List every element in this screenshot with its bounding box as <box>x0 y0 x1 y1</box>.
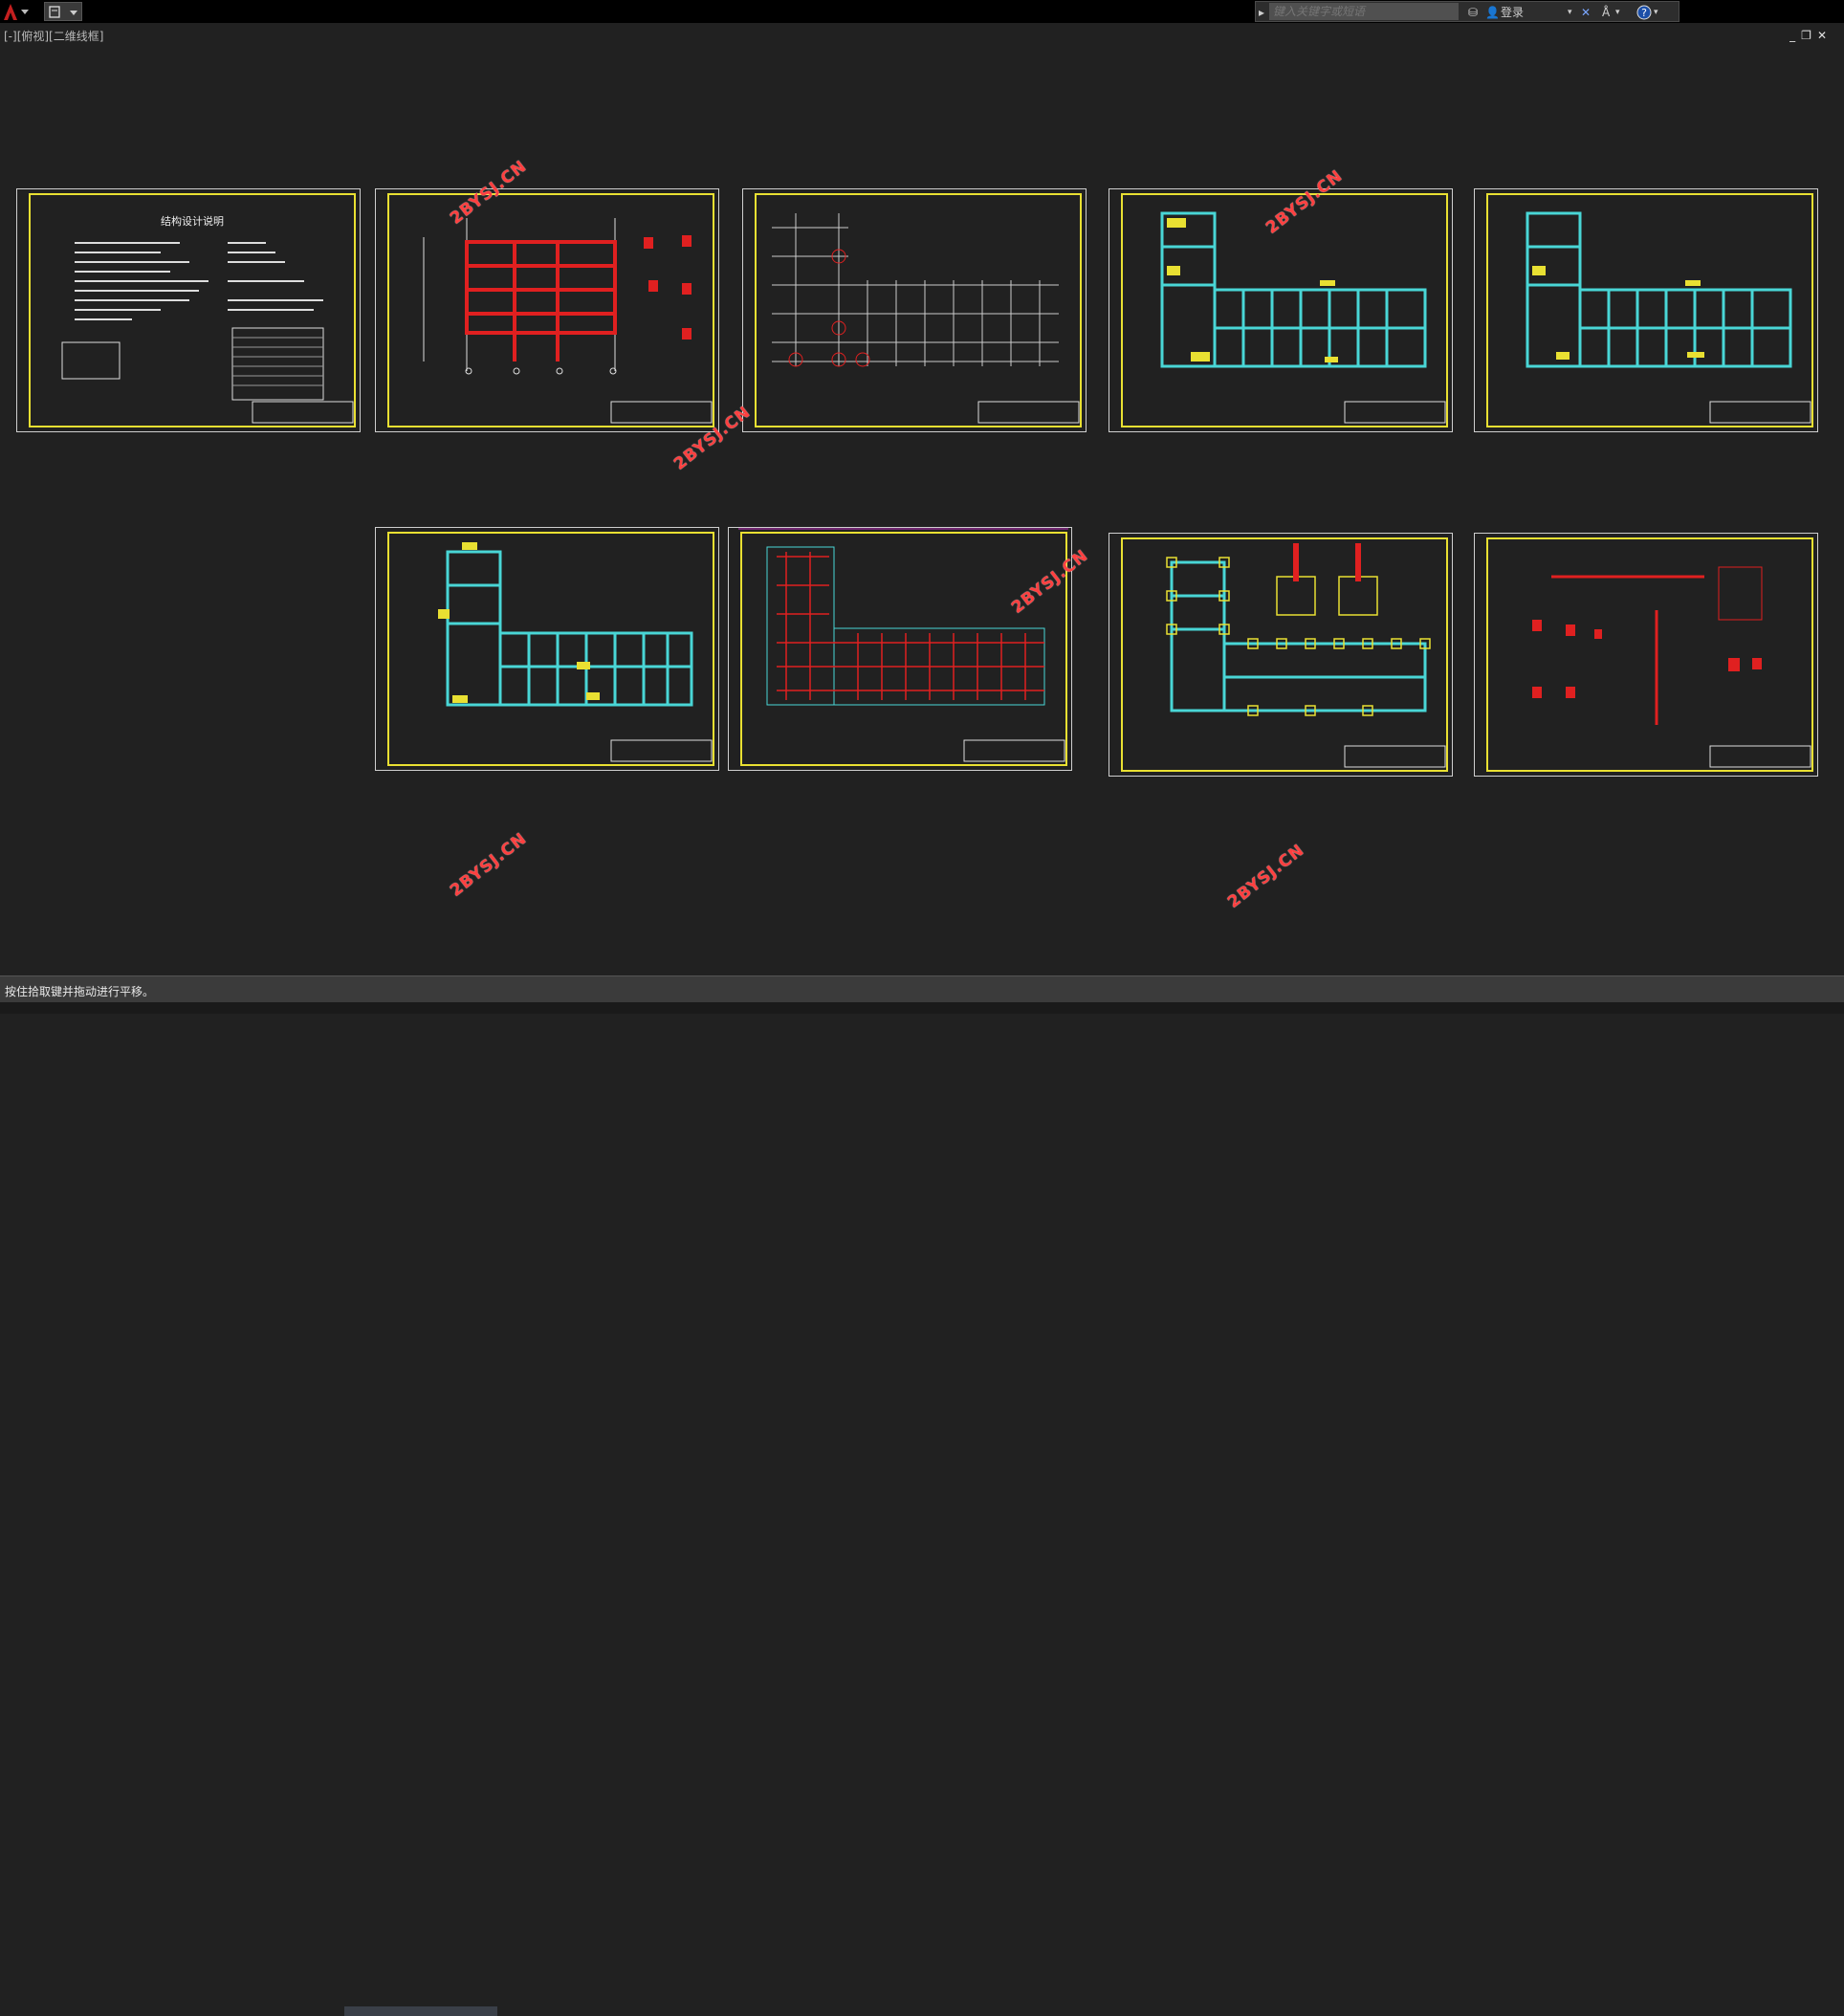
layout-tab[interactable] <box>344 2006 497 2016</box>
quick-access-toolbar[interactable] <box>44 2 82 21</box>
restore-icon[interactable]: ❐ <box>1801 29 1817 42</box>
search-area: ▸ ⛁ 👤 登录 ▾ ✕ Å ▾ ? ▾ <box>1255 1 1679 22</box>
search-expand-icon[interactable]: ▸ <box>1259 5 1264 20</box>
plan-2-drawing <box>1526 211 1811 424</box>
command-line[interactable]: 按住拾取键并拖动进行平移。 <box>0 975 1844 1003</box>
sheet-plan-3[interactable] <box>375 527 719 771</box>
application-menu-button[interactable] <box>0 0 34 23</box>
search-input[interactable] <box>1269 3 1459 20</box>
sheet-design-notes[interactable]: 结构设计说明 <box>16 188 361 432</box>
foundation-plan-drawing <box>1166 543 1446 768</box>
login-dropdown-icon[interactable]: ▾ <box>1568 5 1572 20</box>
user-icon[interactable]: 👤 <box>1485 5 1500 20</box>
close-icon[interactable]: ✕ <box>1817 29 1833 42</box>
login-label[interactable]: 登录 <box>1501 5 1524 20</box>
viewport-window-controls: _❐✕ <box>1789 29 1833 42</box>
axis-grid-drawing <box>772 213 1080 424</box>
binoculars-icon[interactable]: ⛁ <box>1468 5 1478 20</box>
sheet-axis-grid[interactable] <box>742 188 1087 432</box>
watermark: 2BYSJ.CN <box>447 828 531 901</box>
sheet-stair-details[interactable] <box>1474 533 1818 777</box>
viewport-label[interactable]: [-][俯视][二维线框] <box>4 28 103 44</box>
help-icon[interactable]: ? <box>1636 5 1652 20</box>
design-notes-title: 结构设计说明 <box>161 215 224 228</box>
autocad-logo-icon <box>4 4 29 20</box>
title-bar: ▸ ⛁ 👤 登录 ▾ ✕ Å ▾ ? ▾ <box>0 0 1844 23</box>
exchange-icon[interactable]: ✕ <box>1581 5 1591 20</box>
reinforcement-plan-drawing <box>738 528 1068 762</box>
layout-tabs-strip <box>0 1002 1844 2016</box>
sheet-foundation-plan[interactable] <box>1109 533 1453 777</box>
autodesk-a360-icon[interactable]: Å <box>1602 5 1610 20</box>
stair-details-drawing <box>1532 566 1811 768</box>
minimize-icon[interactable]: _ <box>1789 29 1801 42</box>
help-dropdown-icon[interactable]: ▾ <box>1654 5 1658 20</box>
sheet-reinforcement-plan[interactable] <box>728 527 1072 771</box>
plan-3-drawing <box>438 542 713 762</box>
a360-dropdown-icon[interactable]: ▾ <box>1615 5 1620 20</box>
svg-text:?: ? <box>1641 7 1647 19</box>
watermark: 2BYSJ.CN <box>1224 840 1308 912</box>
command-status-text: 按住拾取键并拖动进行平移。 <box>5 985 155 998</box>
sheet-frame-elevation[interactable] <box>375 188 719 432</box>
save-dropdown-icon <box>49 6 77 18</box>
sheet-plan-2[interactable] <box>1474 188 1818 432</box>
frame-elevation-drawing <box>423 218 713 424</box>
